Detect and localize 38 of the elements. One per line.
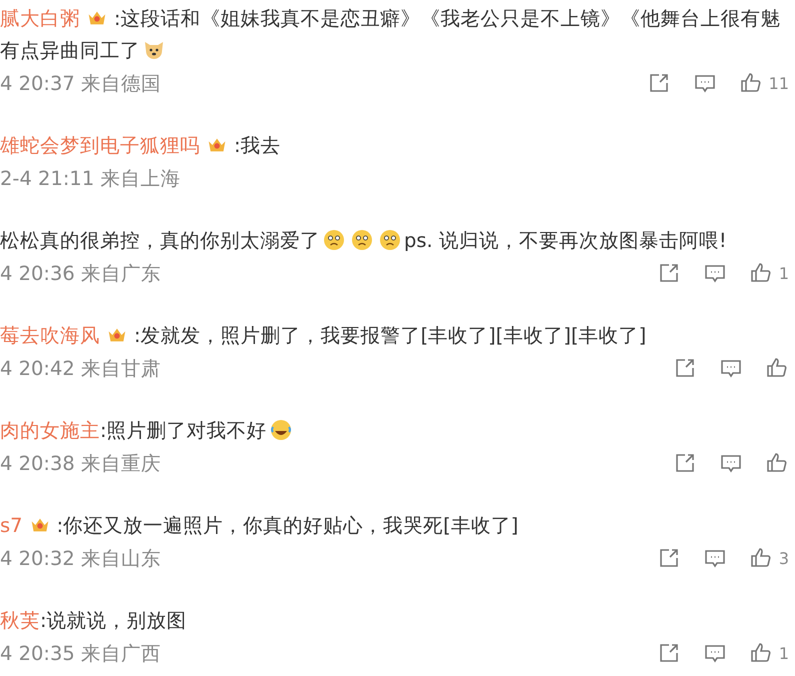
comment-text: :这段话和《姐妹我真不是恋丑癖》《我老公只是不上镜》《他舞台上很有魅 <box>114 6 781 32</box>
laughing-crying-face-icon <box>268 418 293 442</box>
thumbs-up-icon[interactable] <box>765 451 789 475</box>
comment-time-location: 4 20:37 来自德国 <box>0 70 161 96</box>
user-name[interactable]: 肉的女施主 <box>0 416 100 444</box>
like-count: 1 <box>778 264 789 282</box>
comment-text: :照片删了对我不好 <box>100 418 267 444</box>
comment-text: ps. 说归说，不要再次放图暴击阿喂! <box>404 228 727 254</box>
comment-time-location: 4 20:32 来自山东 <box>0 546 161 572</box>
comment-text: :我去 <box>234 132 281 158</box>
user-name[interactable]: 雄蛇会梦到电子狐狸吗 <box>0 132 200 158</box>
comment-text: :说就说，别放图 <box>40 608 187 634</box>
like-count: 1 <box>778 644 789 662</box>
comment-text: :你还又放一遍照片，你真的好贴心，我哭死[丰收了] <box>56 512 518 538</box>
comment-time-location: 2-4 21:11 来自上海 <box>0 166 180 192</box>
sad-face-icon <box>350 228 374 252</box>
like-count: 3 <box>778 548 789 568</box>
thumbs-up-icon[interactable] <box>765 356 789 380</box>
comment-text: 松松真的很弟控，真的你别太溺爱了 <box>0 228 320 254</box>
like-count: 11 <box>768 74 789 92</box>
sad-face-icon <box>378 228 402 252</box>
share-icon[interactable] <box>673 451 697 475</box>
user-name[interactable]: s7 <box>0 514 23 536</box>
comment-time-location: 4 20:36 来自广东 <box>0 260 161 286</box>
comment-time-location: 4 20:42 来自甘肃 <box>0 356 161 382</box>
thumbs-up-icon[interactable] <box>738 71 763 95</box>
comment-time-location: 4 20:35 来自广西 <box>0 640 161 666</box>
comment-time-location: 4 20:38 来自重庆 <box>0 450 161 476</box>
share-icon[interactable] <box>673 356 697 380</box>
comment-text: :发就发，照片删了，我要报警了[丰收了][丰收了][丰收了] <box>134 322 646 348</box>
sad-face-icon <box>322 228 346 252</box>
thumbs-up-icon[interactable] <box>748 261 773 285</box>
user-name[interactable]: 腻大白粥 <box>0 4 80 32</box>
user-name[interactable]: 秋芙 <box>0 606 40 634</box>
thumbs-up-icon[interactable] <box>748 546 773 570</box>
user-name[interactable]: 莓去吹海风 <box>0 322 100 348</box>
thumbs-up-icon[interactable] <box>748 641 773 665</box>
comment-text: 有点异曲同工了 <box>0 38 140 64</box>
